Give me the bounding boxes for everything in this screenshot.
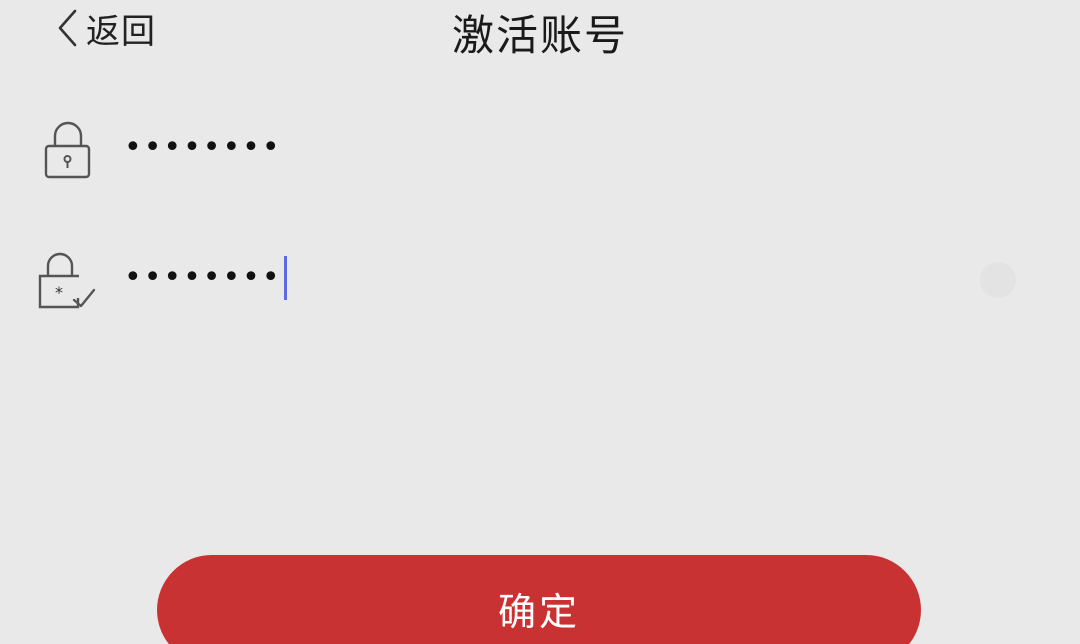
confirm-password-value: ••••••••: [124, 260, 282, 295]
text-caret: [283, 256, 287, 300]
clear-icon[interactable]: [980, 262, 1016, 298]
confirm-password-input[interactable]: ••••••••: [124, 254, 287, 302]
confirm-button[interactable]: 确定: [157, 555, 921, 644]
page-title: 激活账号: [451, 11, 628, 60]
password-input[interactable]: ••••••••: [124, 124, 282, 172]
password-value: ••••••••: [124, 130, 282, 165]
lock-icon: [36, 118, 100, 182]
nav-bar: 返回 激活账号: [0, 0, 1080, 62]
activate-account-screen: 返回 激活账号 •••••••• * •••••••• 确定: [0, 0, 1080, 644]
lock-check-icon: *: [36, 248, 100, 312]
confirm-label: 确定: [497, 590, 580, 634]
svg-text:*: *: [55, 283, 63, 302]
password-row: ••••••••: [0, 118, 1080, 198]
confirm-password-row: * ••••••••: [0, 248, 1080, 328]
